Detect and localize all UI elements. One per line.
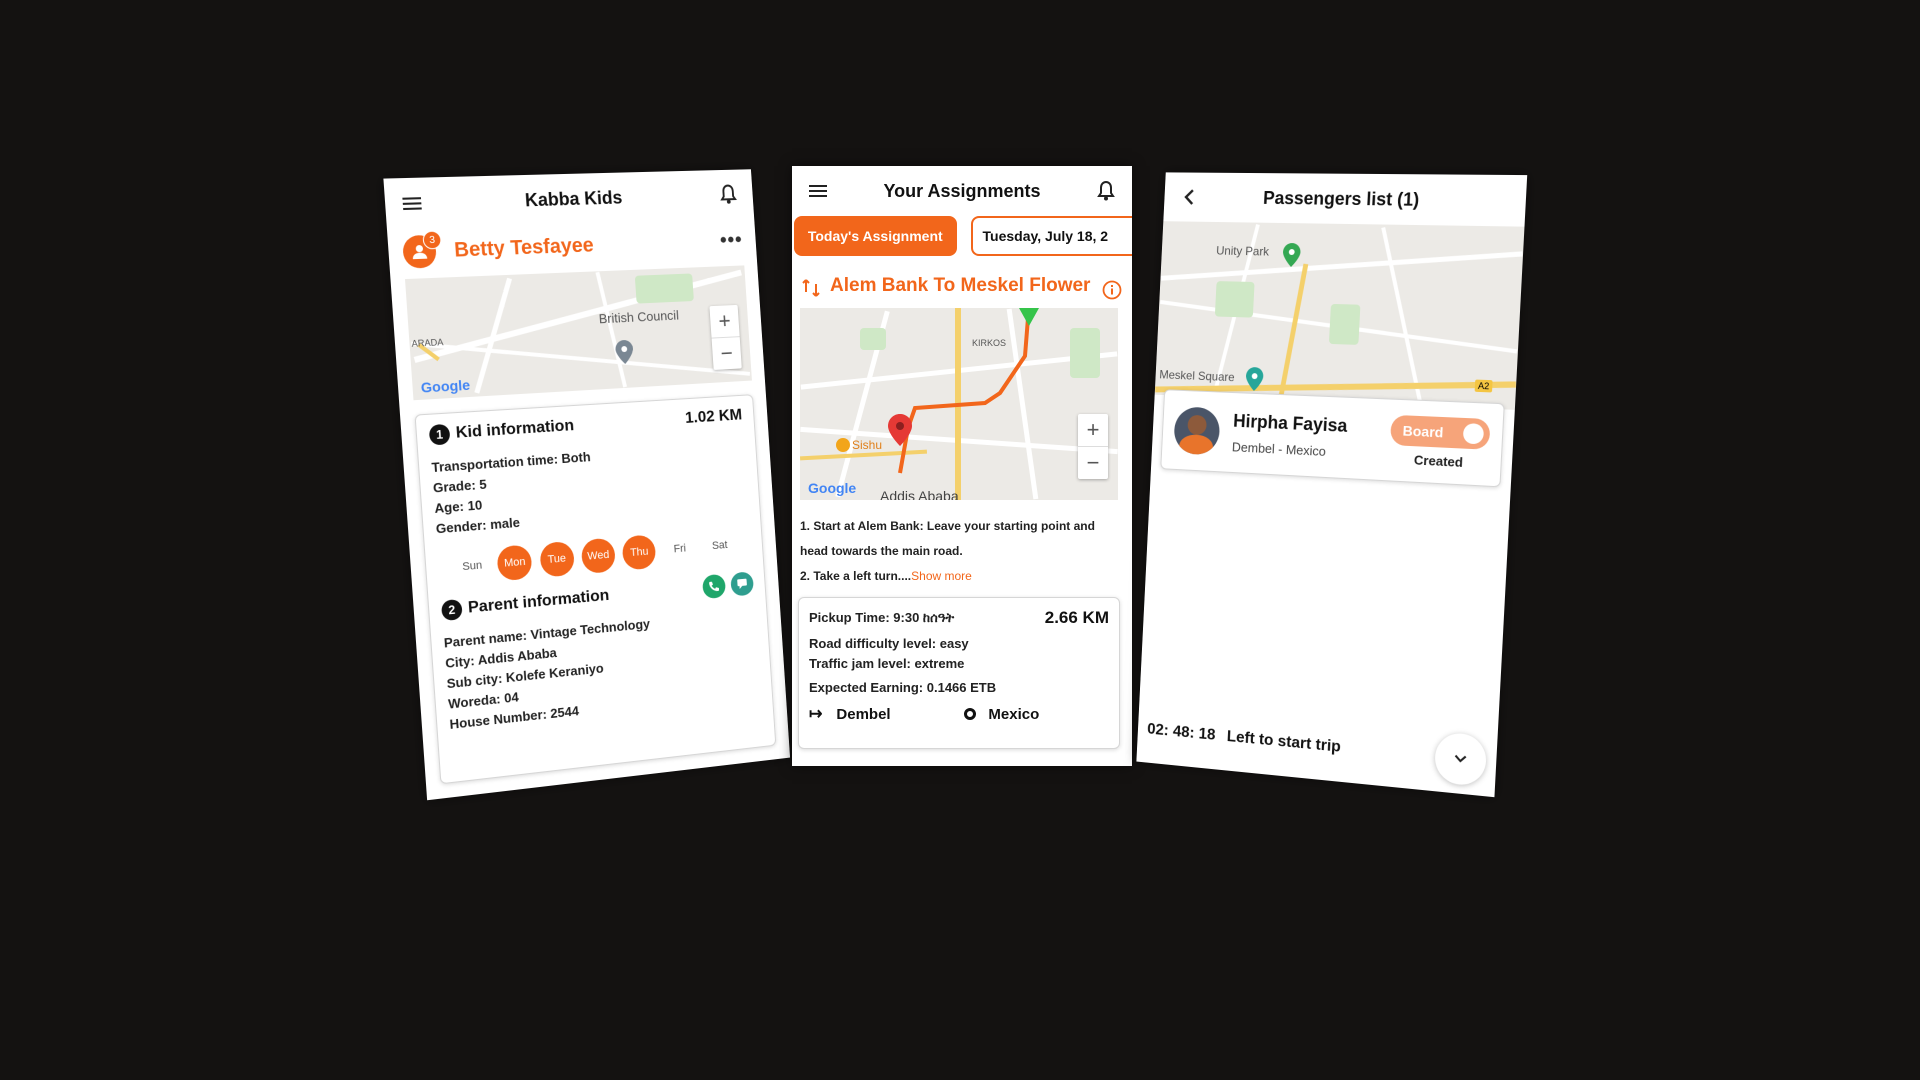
destination-icon	[964, 708, 977, 720]
trip-endpoints: ↦ Dembel Mexico	[809, 704, 1109, 724]
weekday-wed[interactable]: Wed	[580, 537, 617, 575]
countdown-timer: 02: 48: 18	[1146, 720, 1216, 744]
weekday-sun[interactable]: Sun	[454, 548, 491, 585]
route-steps: 1. Start at Alem Bank: Leave your starti…	[792, 500, 1132, 589]
expected-earning: Expected Earning: 0.1466 ETB	[809, 680, 997, 695]
kid-name: Betty Tesfayee	[453, 233, 595, 262]
step-number: 1	[428, 423, 451, 446]
traffic-level: Traffic jam level: extreme	[809, 656, 965, 671]
weekday-tue[interactable]: Tue	[538, 540, 575, 578]
app-bar: Your Assignments	[792, 166, 1132, 216]
zoom-out-button[interactable]: −	[711, 336, 742, 370]
end-pin-icon	[1018, 308, 1040, 330]
route-line	[898, 317, 1030, 474]
menu-icon[interactable]	[806, 179, 830, 203]
show-more-link[interactable]: Show more	[911, 569, 972, 583]
passenger-route: Dembel - Mexico	[1231, 439, 1327, 459]
kid-count-badge: 3	[422, 230, 442, 250]
menu-icon[interactable]	[399, 191, 425, 216]
passengers-screen: Passengers list (1) Unity Park Meskel Sq…	[1136, 172, 1528, 798]
passenger-card[interactable]: Hirpha Fayisa Dembel - Mexico Board Crea…	[1160, 389, 1505, 488]
map-label: British Council	[598, 307, 680, 327]
message-icon[interactable]	[730, 571, 755, 597]
more-options-icon[interactable]: •••	[719, 229, 743, 252]
kid-detail-screen: Kabba Kids 3 Betty Tesfayee ••• British …	[383, 169, 791, 801]
step-number: 2	[440, 598, 463, 622]
back-arrow-icon[interactable]	[1177, 185, 1201, 209]
avatar	[1173, 406, 1221, 456]
screen-title: Passengers list (1)	[1262, 187, 1420, 210]
map-label: KIRKOS	[972, 338, 1007, 348]
trip-distance: 2.66 KM	[1044, 608, 1109, 627]
road-difficulty: Road difficulty level: easy	[809, 636, 969, 651]
route-map[interactable]: KIRKOS Sishu Addis Ababa Google + −	[800, 308, 1118, 500]
zoom-in-button[interactable]: +	[709, 305, 739, 338]
trip-from: Dembel	[836, 705, 891, 723]
trip-info-card: Pickup Time: 9:30 ከሰዓት 2.66 KM Road diff…	[798, 597, 1120, 749]
map-label: ARADA	[411, 337, 444, 349]
kid-map[interactable]: British Council ARADA Google + −	[404, 265, 752, 401]
phone-icon[interactable]	[701, 573, 727, 600]
board-toggle[interactable]: Board	[1389, 414, 1491, 450]
start-arrow-icon: ↦	[809, 706, 823, 723]
info-icon[interactable]	[1102, 280, 1122, 300]
kid-avatar: 3	[401, 230, 442, 269]
map-label: Addis Ababa	[880, 488, 959, 500]
zoom-out-button[interactable]: −	[1078, 446, 1108, 479]
app-bar: Passengers list (1)	[1163, 172, 1527, 226]
kid-info-rows: Transportation time: Both Grade: 5 Age: …	[431, 437, 749, 540]
app-title: Your Assignments	[883, 180, 1041, 201]
kid-info-card: 1 Kid information 1.02 KM Transportation…	[414, 394, 777, 785]
route-icon	[802, 278, 820, 298]
weekday-fri[interactable]: Fri	[662, 531, 697, 567]
date-chip[interactable]: Tuesday, July 18, 2	[970, 216, 1132, 256]
park-pin-icon	[1282, 242, 1301, 268]
app-title: Kabba Kids	[524, 187, 623, 210]
zoom-controls: + −	[1078, 414, 1108, 479]
map-label: Unity Park	[1215, 243, 1270, 259]
assignments-screen: Your Assignments Today's Assignment Tues…	[792, 166, 1132, 766]
google-logo: Google	[420, 376, 471, 396]
chevron-down-icon[interactable]	[1433, 731, 1488, 787]
route-step: 1. Start at Alem Bank: Leave your starti…	[800, 519, 1095, 558]
restaurant-icon	[836, 438, 850, 452]
google-logo: Google	[808, 480, 857, 496]
passenger-status: Created	[1413, 451, 1464, 470]
location-pin-icon	[614, 339, 634, 365]
toggle-knob	[1462, 422, 1485, 444]
trip-countdown-bar: 02: 48: 18 Left to start trip	[1137, 701, 1498, 791]
route-title: Alem Bank To Meskel Flower	[830, 275, 1091, 296]
zoom-controls: + −	[709, 304, 742, 370]
kid-info-heading: 1 Kid information	[428, 416, 575, 446]
weekday-thu[interactable]: Thu	[621, 534, 657, 571]
pickup-time: Pickup Time: 9:30 ከሰዓት	[809, 610, 955, 625]
route-header: Alem Bank To Meskel Flower	[792, 256, 1132, 308]
passenger-map[interactable]: Unity Park Meskel Square A2	[1154, 221, 1525, 410]
countdown-label: Left to start trip	[1226, 728, 1342, 756]
date-selector: Today's Assignment Tuesday, July 18, 2	[792, 216, 1132, 256]
trip-to: Mexico	[988, 705, 1040, 723]
bell-icon[interactable]	[1094, 179, 1118, 203]
map-label: Meskel Square	[1159, 367, 1235, 385]
square-pin-icon	[1245, 366, 1264, 392]
board-toggle-label: Board	[1402, 421, 1444, 440]
map-label: Sishu	[852, 438, 883, 452]
weekday-mon[interactable]: Mon	[496, 544, 533, 582]
highway-label: A2	[1474, 379, 1493, 393]
kid-distance: 1.02 KM	[684, 406, 743, 427]
today-assignment-button[interactable]: Today's Assignment	[794, 216, 957, 256]
passenger-name: Hirpha Fayisa	[1232, 410, 1348, 436]
start-pin-icon	[888, 414, 912, 446]
zoom-in-button[interactable]: +	[1078, 414, 1108, 446]
route-step: 2. Take a left turn....	[800, 569, 912, 583]
parent-info-rows: Parent name: Vintage Technology City: Ad…	[443, 604, 761, 735]
parent-info-heading: 2 Parent information	[440, 586, 610, 622]
weekday-sat[interactable]: Sat	[703, 528, 737, 564]
bell-icon[interactable]	[716, 182, 740, 206]
